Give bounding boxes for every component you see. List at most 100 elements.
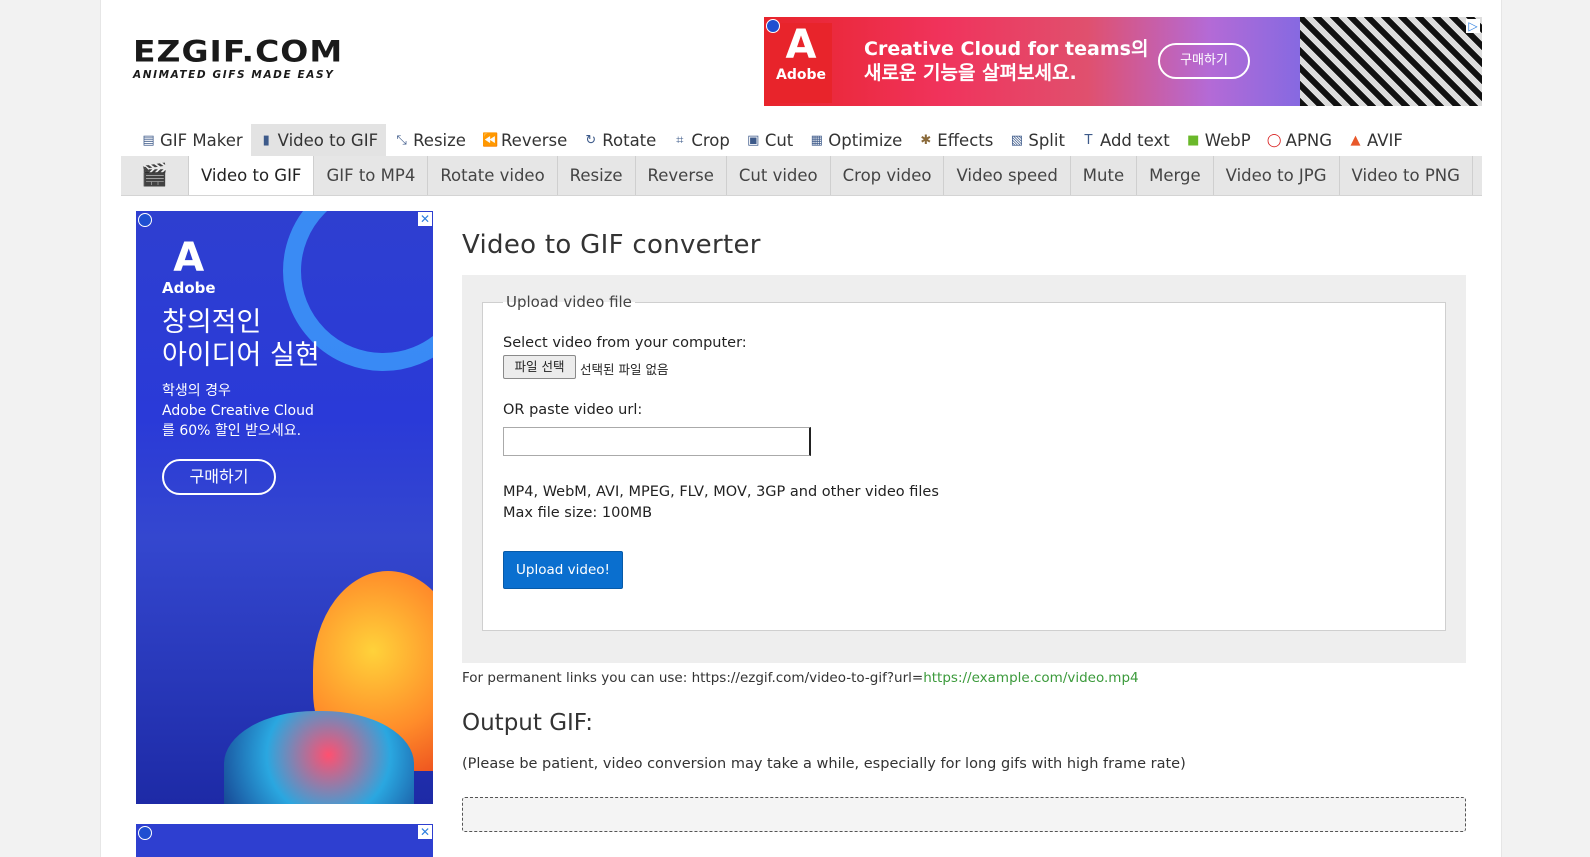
- page-container: EZGIF.COM ANIMATED GIFS MADE EASY A Adob…: [100, 0, 1502, 857]
- main-nav-label: Cut: [764, 130, 794, 150]
- main-nav-reverse[interactable]: ⏪ Reverse: [474, 124, 575, 156]
- ad-brand: Adobe: [162, 279, 216, 297]
- main-nav-crop[interactable]: ⌗ Crop: [664, 124, 738, 156]
- main-nav-video-to-gif[interactable]: ▮ Video to GIF: [250, 124, 387, 156]
- main-nav-label: APNG: [1285, 130, 1333, 150]
- ad-headline: Creative Cloud for teams의 새로운 기능을 살펴보세요.: [864, 37, 1148, 85]
- permanent-link-note: For permanent links you can use: https:/…: [462, 670, 1139, 686]
- logo-tagline: ANIMATED GIFS MADE EASY: [133, 69, 335, 81]
- reverse-icon: ⏪: [481, 132, 499, 148]
- main-nav-label: Resize: [413, 130, 466, 150]
- select-video-label: Select video from your computer:: [503, 335, 747, 351]
- main-nav: ▤ GIF Maker ▮ Video to GIF ⤡ Resize ⏪ Reverse ↻ R…: [133, 124, 1411, 156]
- tab-rotate-video[interactable]: Rotate video: [428, 156, 558, 195]
- film-clapper-icon: 🎬: [140, 163, 169, 188]
- ad-buy-button[interactable]: 구매하기: [162, 459, 276, 495]
- ad-headline: 창의적인 아이디어 실현: [162, 306, 320, 372]
- main-nav-label: Add text: [1099, 130, 1170, 150]
- video-url-input[interactable]: [503, 427, 811, 456]
- main-nav-label: Split: [1028, 130, 1065, 150]
- ad-close-icon[interactable]: ✕: [418, 825, 432, 839]
- ad-buy-button[interactable]: 구매하기: [1158, 43, 1250, 79]
- avif-icon: ▲: [1350, 132, 1361, 148]
- top-banner-ad[interactable]: A Adobe Creative Cloud for teams의 새로운 기능…: [764, 17, 1482, 106]
- main-nav-label: Video to GIF: [277, 130, 379, 150]
- adobe-a-icon: A: [173, 235, 205, 281]
- main-nav-resize[interactable]: ⤡ Resize: [386, 124, 474, 156]
- tab-video-to-jpg[interactable]: Video to JPG: [1214, 156, 1340, 195]
- output-gif-area: [462, 797, 1466, 832]
- resize-icon: ⤡: [396, 132, 407, 148]
- main-nav-cut[interactable]: ▣ Cut: [738, 124, 801, 156]
- url-label: OR paste video url:: [503, 402, 643, 418]
- permanent-link-example[interactable]: https://example.com/video.mp4: [923, 670, 1138, 686]
- file-status-text: 선택된 파일 없음: [580, 362, 669, 377]
- upload-fieldset: Upload video file Select video from your…: [482, 293, 1446, 631]
- adobe-a-icon: A: [785, 22, 817, 68]
- upload-video-button[interactable]: Upload video!: [503, 551, 623, 589]
- tab-mute[interactable]: Mute: [1071, 156, 1138, 195]
- side-banner-ad[interactable]: A Adobe 창의적인 아이디어 실현 학생의 경우 Adobe Creati…: [136, 211, 433, 804]
- main-nav-webp[interactable]: ■ WebP: [1178, 124, 1259, 156]
- upload-legend: Upload video file: [503, 293, 635, 311]
- add-text-icon: T: [1084, 132, 1093, 148]
- webp-icon: ■: [1187, 132, 1200, 148]
- ad-info-icon[interactable]: [138, 826, 152, 840]
- tab-resize[interactable]: Resize: [558, 156, 636, 195]
- ad-headline-line1: Creative Cloud for teams의: [864, 38, 1149, 60]
- main-nav-split[interactable]: ▧ Split: [1001, 124, 1073, 156]
- main-nav-label: Rotate: [602, 130, 657, 150]
- apng-icon: ◯: [1266, 132, 1282, 148]
- ad-portrait-image: [224, 711, 414, 804]
- tab-merge[interactable]: Merge: [1137, 156, 1214, 195]
- split-icon: ▧: [1010, 132, 1023, 148]
- crop-icon: ⌗: [676, 132, 684, 148]
- permanent-link-prefix: For permanent links you can use: https:/…: [462, 670, 924, 686]
- main-nav-rotate[interactable]: ↻ Rotate: [575, 124, 664, 156]
- ad-body-line1: 학생의 경우: [162, 383, 231, 399]
- supported-formats-text: MP4, WebM, AVI, MPEG, FLV, MOV, 3GP and …: [503, 484, 939, 500]
- main-nav-label: AVIF: [1367, 130, 1403, 150]
- ad-headline-line1: 창의적인: [162, 307, 262, 338]
- main-nav-label: WebP: [1204, 130, 1251, 150]
- ad-headline-line2: 아이디어 실현: [162, 340, 320, 371]
- ad-body-line3: 를 60% 할인 받으세요.: [162, 423, 302, 439]
- tab-cut-video[interactable]: Cut video: [727, 156, 831, 195]
- tab-video-to-png[interactable]: Video to PNG: [1340, 156, 1473, 195]
- ad-body-line2: Adobe Creative Cloud: [162, 403, 314, 419]
- main-nav-label: Optimize: [828, 130, 903, 150]
- ad-choices-icon[interactable]: ▷: [1466, 19, 1480, 33]
- effects-icon: ✱: [920, 132, 932, 148]
- gif-maker-icon: ▤: [142, 132, 155, 148]
- tab-crop-video[interactable]: Crop video: [831, 156, 945, 195]
- main-nav-gif-maker[interactable]: ▤ GIF Maker: [133, 124, 251, 156]
- optimize-icon: ▦: [810, 132, 823, 148]
- ad-brand: Adobe: [776, 67, 826, 83]
- upload-panel: Upload video file Select video from your…: [462, 275, 1466, 663]
- ad-artwork-image: [1300, 17, 1482, 106]
- logo-text: EZGIF.COM: [133, 33, 344, 69]
- ad-info-icon[interactable]: [766, 19, 780, 33]
- main-nav-label: Crop: [691, 130, 730, 150]
- file-choose-button[interactable]: 파일 선택: [503, 355, 576, 379]
- main-nav-label: GIF Maker: [160, 130, 243, 150]
- main-nav-avif[interactable]: ▲ AVIF: [1340, 124, 1411, 156]
- main-nav-label: Effects: [937, 130, 994, 150]
- ad-body: 학생의 경우 Adobe Creative Cloud 를 60% 할인 받으세…: [162, 381, 314, 441]
- ad-headline-line2: 새로운 기능을 살펴보세요.: [864, 62, 1077, 84]
- side-banner-ad-2[interactable]: ✕: [136, 824, 433, 857]
- rotate-icon: ↻: [585, 132, 597, 148]
- adobe-logo: A Adobe: [770, 23, 832, 103]
- main-nav-optimize[interactable]: ▦ Optimize: [801, 124, 910, 156]
- main-nav-add-text[interactable]: T Add text: [1073, 124, 1178, 156]
- main-nav-effects[interactable]: ✱ Effects: [910, 124, 1001, 156]
- main-nav-apng[interactable]: ◯ APNG: [1259, 124, 1340, 156]
- tab-video-speed[interactable]: Video speed: [944, 156, 1071, 195]
- cut-icon: ▣: [747, 132, 760, 148]
- tab-video-to-gif[interactable]: Video to GIF: [188, 156, 315, 195]
- ad-close-icon[interactable]: ✕: [418, 212, 432, 226]
- tab-reverse[interactable]: Reverse: [636, 156, 727, 195]
- ad-info-icon[interactable]: [138, 213, 152, 227]
- site-logo[interactable]: EZGIF.COM ANIMATED GIFS MADE EASY: [133, 33, 373, 81]
- tab-gif-to-mp4[interactable]: GIF to MP4: [314, 156, 429, 195]
